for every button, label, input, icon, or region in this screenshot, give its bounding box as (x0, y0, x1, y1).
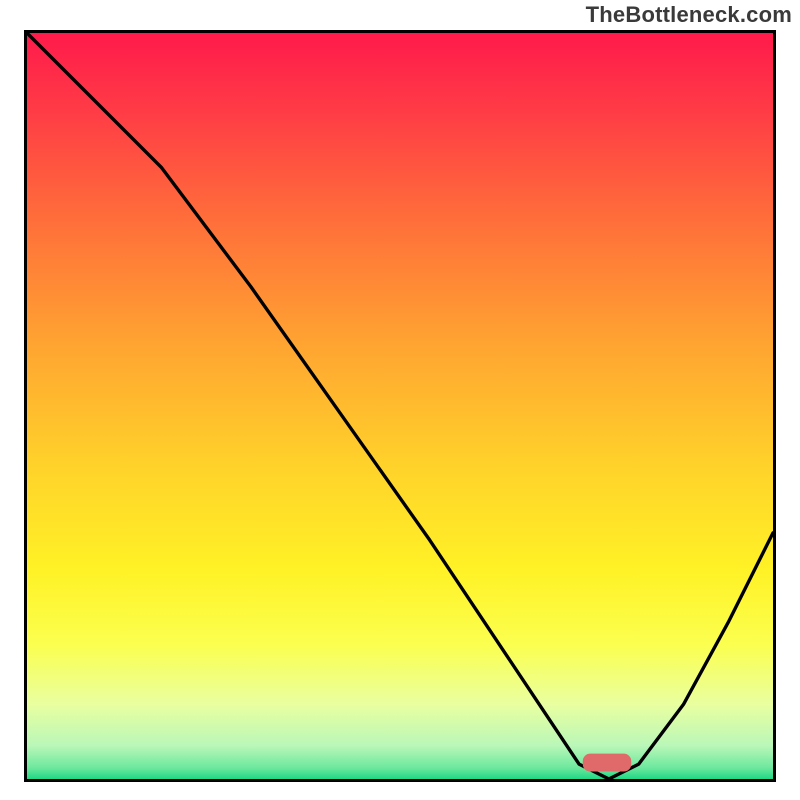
optimal-marker (583, 754, 631, 772)
chart-svg (27, 33, 773, 779)
watermark-text: TheBottleneck.com (586, 2, 792, 28)
plot-area (24, 30, 776, 782)
chart-container: TheBottleneck.com (0, 0, 800, 800)
